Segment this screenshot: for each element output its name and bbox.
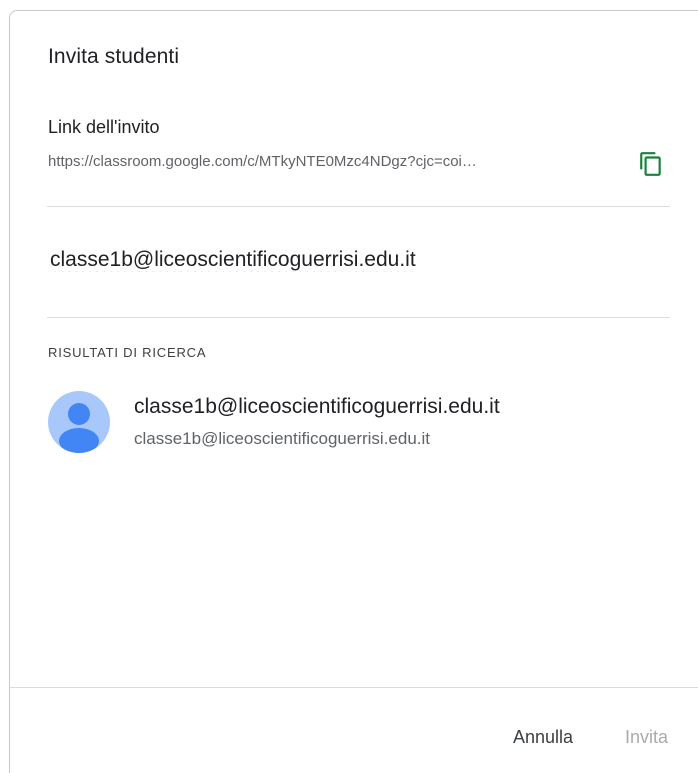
search-result-email: classe1b@liceoscientificoguerrisi.edu.it [134,429,431,448]
copy-link-button[interactable] [636,149,666,179]
divider [47,317,670,318]
search-results-header: RISULTATI DI RICERCA [48,345,207,360]
invite-link-url[interactable]: https://classroom.google.com/c/MTkyNTE0M… [48,153,608,170]
cancel-button[interactable]: Annulla [507,723,579,752]
invite-link-label: Link dell'invito [48,117,160,137]
search-result-name: classe1b@liceoscientificoguerrisi.edu.it [134,395,500,418]
invite-students-dialog: Invita studenti Link dell'invito https:/… [9,10,698,773]
copy-icon [640,152,661,176]
invite-button[interactable]: Invita [619,723,674,752]
divider [47,206,670,207]
student-email-input[interactable] [48,243,648,277]
search-result-item[interactable]: classe1b@liceoscientificoguerrisi.edu.it… [34,383,674,459]
person-icon [59,403,99,453]
dialog-title: Invita studenti [48,45,180,68]
avatar [48,391,110,453]
footer-divider [10,687,698,688]
